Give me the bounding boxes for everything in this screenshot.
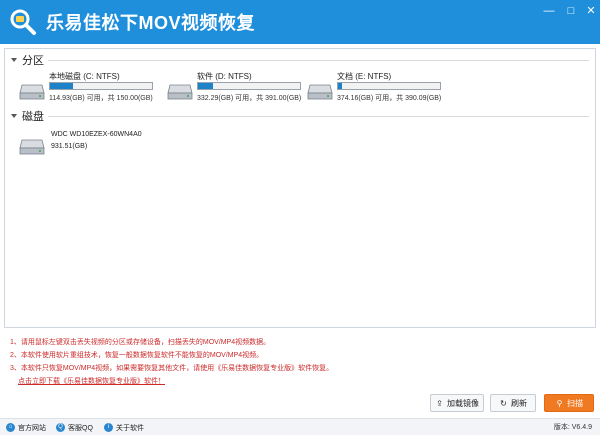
website-label: 官方网站 xyxy=(18,424,46,432)
qq-label: 客服QQ xyxy=(68,424,93,432)
app-logo-icon xyxy=(10,9,36,35)
load-image-label: 加载镜像 xyxy=(447,398,479,408)
disks-section-header: 磁盘 xyxy=(11,109,589,123)
minimize-button[interactable]: — xyxy=(540,4,558,18)
qq-icon: Q xyxy=(56,423,65,432)
collapse-arrow-icon[interactable] xyxy=(11,114,17,118)
usage-bar xyxy=(197,82,301,90)
load-image-button[interactable]: ⇪ 加载镜像 xyxy=(430,394,484,412)
refresh-label: 刷新 xyxy=(511,398,527,408)
refresh-button[interactable]: ↻ 刷新 xyxy=(490,394,536,412)
usage-bar-fill xyxy=(338,83,343,89)
physical-disk[interactable]: WDC WD10EZEX-60WN4A0 931.51(GB) xyxy=(19,129,169,159)
disks-label: 磁盘 xyxy=(22,111,44,123)
partition-size: 374.16(GB) 可用，共 390.09(GB) xyxy=(337,95,442,102)
usage-bar-fill xyxy=(198,83,214,89)
collapse-arrow-icon[interactable] xyxy=(11,58,17,62)
partition-name: 本地磁盘 (C: NTFS) xyxy=(49,72,120,81)
partition-d[interactable]: 软件 (D: NTFS) 332.29(GB) 可用，共 391.00(GB) xyxy=(167,71,307,111)
instructions: 1、请用鼠标左键双击丢失视频的分区或存储设备，扫描丢失的MOV/MP4视频数据。… xyxy=(10,336,430,388)
info-icon: i xyxy=(104,423,113,432)
close-button[interactable]: ✕ xyxy=(582,4,600,18)
partitions-label: 分区 xyxy=(22,55,44,67)
instruction-line: 1、请用鼠标左键双击丢失视频的分区或存储设备，扫描丢失的MOV/MP4视频数据。 xyxy=(10,339,271,346)
instruction-line: 3、本软件只恢复MOV/MP4视频，如果需要恢复其他文件，请使用《乐易佳数据恢复… xyxy=(10,365,334,372)
search-icon: ⚲ xyxy=(556,398,563,408)
title-bar: 乐易佳松下MOV视频恢复 — □ ✕ xyxy=(0,0,600,44)
about-link[interactable]: i 关于软件 xyxy=(104,422,144,433)
divider xyxy=(48,115,589,117)
hard-drive-icon xyxy=(307,84,333,100)
hard-drive-icon xyxy=(19,84,45,100)
partition-name: 文档 (E: NTFS) xyxy=(337,72,392,81)
hard-drive-icon xyxy=(19,139,45,155)
about-label: 关于软件 xyxy=(116,424,144,432)
maximize-button[interactable]: □ xyxy=(562,4,580,18)
divider xyxy=(48,59,589,61)
partitions-section-header: 分区 xyxy=(11,53,589,67)
partition-e[interactable]: 文档 (E: NTFS) 374.16(GB) 可用，共 390.09(GB) xyxy=(307,71,447,111)
upload-icon: ⇪ xyxy=(436,398,443,408)
partition-size: 332.29(GB) 可用，共 391.00(GB) xyxy=(197,95,302,102)
partition-name: 软件 (D: NTFS) xyxy=(197,72,252,81)
download-link[interactable]: 点击立即下载《乐易佳数据恢复专业版》软件！ xyxy=(10,375,430,388)
app-title: 乐易佳松下MOV视频恢复 xyxy=(46,13,256,33)
usage-bar xyxy=(337,82,441,90)
device-panel: 分区 本地磁盘 (C: NTFS) 114.93(GB) 可用，共 150.00… xyxy=(4,48,596,328)
refresh-icon: ↻ xyxy=(500,398,507,408)
home-icon: ⌂ xyxy=(6,423,15,432)
partition-size: 114.93(GB) 可用，共 150.00(GB) xyxy=(49,95,153,102)
usage-bar xyxy=(49,82,153,90)
scan-button[interactable]: ⚲ 扫描 xyxy=(544,394,594,412)
disk-name: WDC WD10EZEX-60WN4A0 xyxy=(51,131,142,138)
disk-size: 931.51(GB) xyxy=(51,143,88,150)
support-qq-link[interactable]: Q 客服QQ xyxy=(56,422,93,433)
partition-c[interactable]: 本地磁盘 (C: NTFS) 114.93(GB) 可用，共 150.00(GB… xyxy=(19,71,159,111)
usage-bar-fill xyxy=(50,83,74,89)
scan-label: 扫描 xyxy=(567,398,583,408)
instruction-line: 2、本软件使用软片重组技术，恢复一般数据恢复软件不能恢复的MOV/MP4视频。 xyxy=(10,352,264,359)
version-label: 版本: V6.4.9 xyxy=(553,424,592,431)
official-website-link[interactable]: ⌂ 官方网站 xyxy=(6,422,46,433)
hard-drive-icon xyxy=(167,84,193,100)
status-bar: ⌂ 官方网站 Q 客服QQ i 关于软件 版本: V6.4.9 xyxy=(0,418,600,435)
